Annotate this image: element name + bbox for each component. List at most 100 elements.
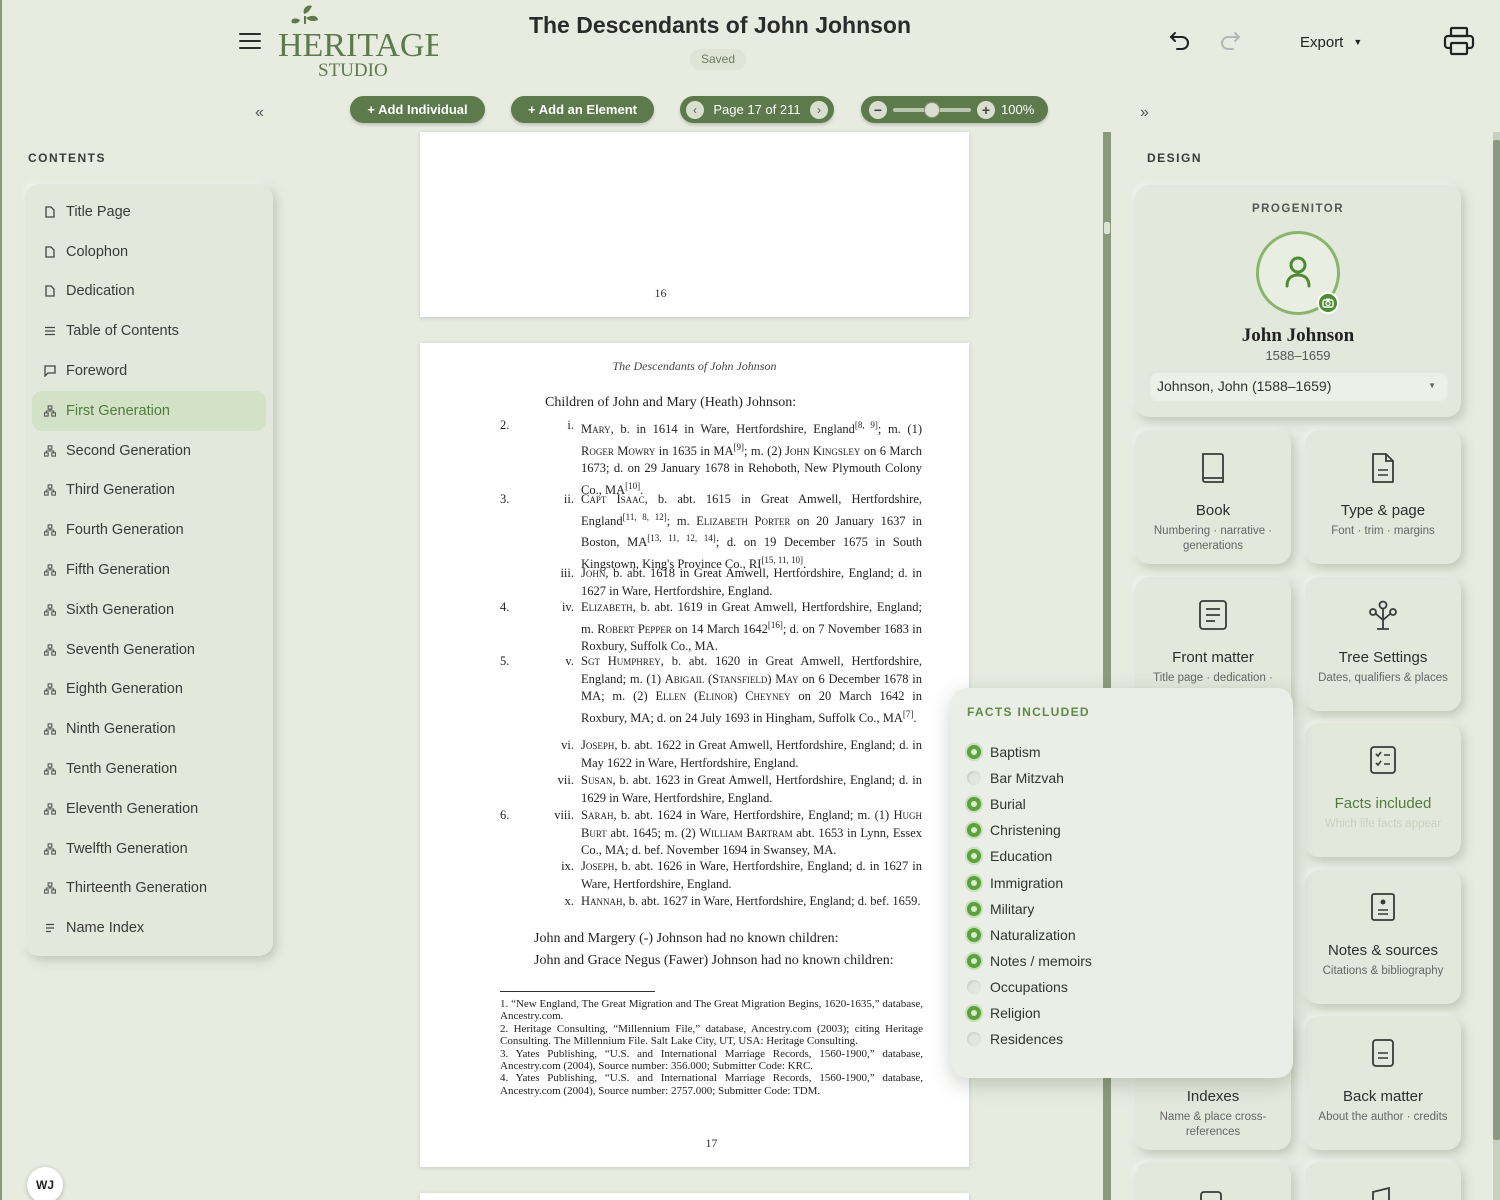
contents-item-third-generation[interactable]: Third Generation bbox=[32, 471, 266, 511]
contents-item-tenth-generation[interactable]: Tenth Generation bbox=[32, 749, 266, 789]
person-name[interactable]: Elizabeth bbox=[581, 600, 633, 614]
notes-sources-card[interactable]: Notes & sources Citations & bibliography bbox=[1305, 870, 1461, 1004]
fact-toggle-burial[interactable]: Burial bbox=[967, 794, 1026, 814]
card-title: Indexes bbox=[1186, 1088, 1240, 1105]
page-16[interactable]: 16 bbox=[420, 132, 969, 317]
fact-toggle-naturalization[interactable]: Naturalization bbox=[967, 925, 1076, 945]
contents-item-second-generation[interactable]: Second Generation bbox=[32, 431, 266, 471]
contents-item-sixth-generation[interactable]: Sixth Generation bbox=[32, 590, 266, 630]
export-dropdown[interactable]: Export ▼ bbox=[1300, 30, 1362, 54]
person-name[interactable]: John Kingsley bbox=[785, 444, 860, 458]
toggle-on-indicator[interactable] bbox=[967, 875, 981, 890]
collapse-contents-icon[interactable]: « bbox=[255, 104, 264, 122]
person-name[interactable]: Roger Mowry bbox=[581, 444, 655, 458]
contents-item-ninth-generation[interactable]: Ninth Generation bbox=[32, 709, 266, 749]
fact-toggle-bar-mitzvah[interactable]: Bar Mitzvah bbox=[967, 768, 1064, 788]
add-element-button[interactable]: + Add an Element bbox=[511, 96, 654, 123]
person-name[interactable]: Sarah bbox=[581, 808, 613, 822]
facts-included-card[interactable]: Facts included Which life facts appear bbox=[1305, 723, 1461, 857]
citation-ref: [9] bbox=[733, 441, 745, 452]
expand-design-icon[interactable]: » bbox=[1140, 104, 1149, 122]
design-card-partial[interactable] bbox=[1135, 1162, 1291, 1200]
design-scrollbar-thumb[interactable] bbox=[1493, 140, 1500, 1140]
book-settings-card[interactable]: Book Numbering · narrative · generations bbox=[1135, 430, 1291, 564]
toggle-on-indicator[interactable] bbox=[967, 745, 981, 759]
person-name[interactable]: Robert Pepper bbox=[597, 622, 672, 636]
page-18[interactable] bbox=[420, 1193, 969, 1200]
fact-label: Residences bbox=[990, 1031, 1064, 1048]
design-card-partial[interactable] bbox=[1305, 1162, 1461, 1200]
save-status-badge: Saved bbox=[690, 49, 746, 70]
fact-toggle-baptism[interactable]: Baptism bbox=[967, 742, 1041, 762]
fact-toggle-religion[interactable]: Religion bbox=[967, 1003, 1041, 1023]
tree-icon bbox=[44, 524, 56, 536]
person-name[interactable]: Elizabeth Porter bbox=[696, 514, 790, 528]
contents-item-fifth-generation[interactable]: Fifth Generation bbox=[32, 550, 266, 590]
person-name[interactable]: Susan bbox=[581, 773, 612, 787]
add-individual-button[interactable]: + Add Individual bbox=[350, 96, 485, 123]
fact-toggle-immigration[interactable]: Immigration bbox=[967, 873, 1063, 893]
heritage-studio-logo[interactable]: HERITAGE STUDIO bbox=[278, 4, 445, 81]
back-matter-card[interactable]: Back matter About the author · credits bbox=[1305, 1016, 1461, 1150]
toggle-off-indicator[interactable] bbox=[967, 1032, 981, 1047]
contents-item-foreword[interactable]: Foreword bbox=[32, 351, 266, 391]
contents-item-eleventh-generation[interactable]: Eleventh Generation bbox=[32, 789, 266, 829]
person-name[interactable]: Ellen (Elinor) Cheyney bbox=[656, 689, 791, 703]
toggle-on-indicator[interactable] bbox=[967, 927, 981, 942]
contents-item-thirteenth-generation[interactable]: Thirteenth Generation bbox=[32, 869, 266, 909]
previous-page-button[interactable]: ‹ bbox=[686, 100, 704, 119]
toggle-on-indicator[interactable] bbox=[967, 823, 981, 838]
contents-item-first-generation[interactable]: First Generation bbox=[32, 390, 266, 431]
person-name[interactable]: Hannah bbox=[581, 894, 623, 908]
contents-item-colophon[interactable]: Colophon bbox=[32, 232, 266, 272]
contents-item-title-page[interactable]: Title Page bbox=[32, 192, 266, 232]
child-entry: 5. v. Sgt Humphrey, b. abt. 1620 in Great … bbox=[500, 653, 922, 727]
fact-toggle-military[interactable]: Military bbox=[967, 899, 1034, 919]
undo-button[interactable] bbox=[1167, 27, 1193, 53]
page-17[interactable]: The Descendants of John Johnson Children… bbox=[420, 343, 969, 1167]
person-name[interactable]: Mary bbox=[581, 422, 611, 436]
person-name[interactable]: William Bartram bbox=[699, 826, 792, 840]
toggle-on-indicator[interactable] bbox=[967, 1006, 981, 1020]
fact-toggle-residences[interactable]: Residences bbox=[967, 1029, 1063, 1049]
person-name[interactable]: Joseph bbox=[581, 738, 614, 752]
contents-item-eighth-generation[interactable]: Eighth Generation bbox=[32, 670, 266, 710]
zoom-slider[interactable] bbox=[893, 101, 971, 118]
fact-toggle-education[interactable]: Education bbox=[967, 846, 1052, 866]
user-avatar[interactable]: WJ bbox=[27, 1167, 63, 1200]
toggle-off-indicator[interactable] bbox=[967, 771, 981, 786]
fact-toggle-notes-memoirs[interactable]: Notes / memoirs bbox=[967, 951, 1092, 971]
toggle-off-indicator[interactable] bbox=[967, 979, 981, 994]
contents-item-table-of-contents[interactable]: Table of Contents bbox=[32, 311, 266, 351]
person-name[interactable]: Abigail (Stansfield) May bbox=[665, 672, 799, 686]
canvas-scrollbar-thumb[interactable] bbox=[1104, 222, 1110, 234]
person-name[interactable]: John bbox=[581, 566, 605, 580]
person-name[interactable]: Joseph bbox=[581, 859, 614, 873]
print-button[interactable] bbox=[1443, 26, 1475, 56]
contents-item-twelfth-generation[interactable]: Twelfth Generation bbox=[32, 829, 266, 869]
toggle-on-indicator[interactable] bbox=[967, 797, 981, 812]
type-page-card[interactable]: Type & page Font · trim · margins bbox=[1305, 430, 1461, 564]
contents-item-fourth-generation[interactable]: Fourth Generation bbox=[32, 510, 266, 550]
next-page-button[interactable]: › bbox=[809, 100, 828, 119]
menu-icon[interactable] bbox=[239, 33, 261, 49]
toggle-on-indicator[interactable] bbox=[967, 849, 981, 864]
tree-settings-card[interactable]: Tree Settings Dates, qualifiers & places bbox=[1305, 577, 1461, 711]
zoom-out-button[interactable]: − bbox=[869, 100, 887, 119]
fact-toggle-christening[interactable]: Christening bbox=[967, 820, 1061, 840]
document-title[interactable]: The Descendants of John Johnson bbox=[440, 12, 1000, 39]
person-name[interactable]: Sgt Humphrey bbox=[581, 654, 661, 668]
person-name[interactable]: Capt Isaac bbox=[581, 492, 645, 506]
change-photo-button[interactable] bbox=[1317, 292, 1339, 314]
fact-toggle-occupations[interactable]: Occupations bbox=[967, 977, 1068, 997]
toggle-on-indicator[interactable] bbox=[967, 953, 981, 968]
contents-item-name-index[interactable]: Name Index bbox=[32, 908, 266, 948]
toggle-on-indicator[interactable] bbox=[967, 901, 981, 916]
progenitor-select[interactable]: Johnson, John (1588–1659) ▼ bbox=[1148, 371, 1448, 401]
contents-item-dedication[interactable]: Dedication bbox=[32, 272, 266, 312]
contents-item-seventh-generation[interactable]: Seventh Generation bbox=[32, 630, 266, 670]
zoom-slider-thumb[interactable] bbox=[924, 101, 940, 118]
redo-button[interactable] bbox=[1217, 27, 1243, 53]
facts-included-popover: FACTS INCLUDED Baptism Bar Mitzvah Burial C… bbox=[951, 688, 1293, 1078]
zoom-in-button[interactable]: + bbox=[977, 100, 995, 119]
